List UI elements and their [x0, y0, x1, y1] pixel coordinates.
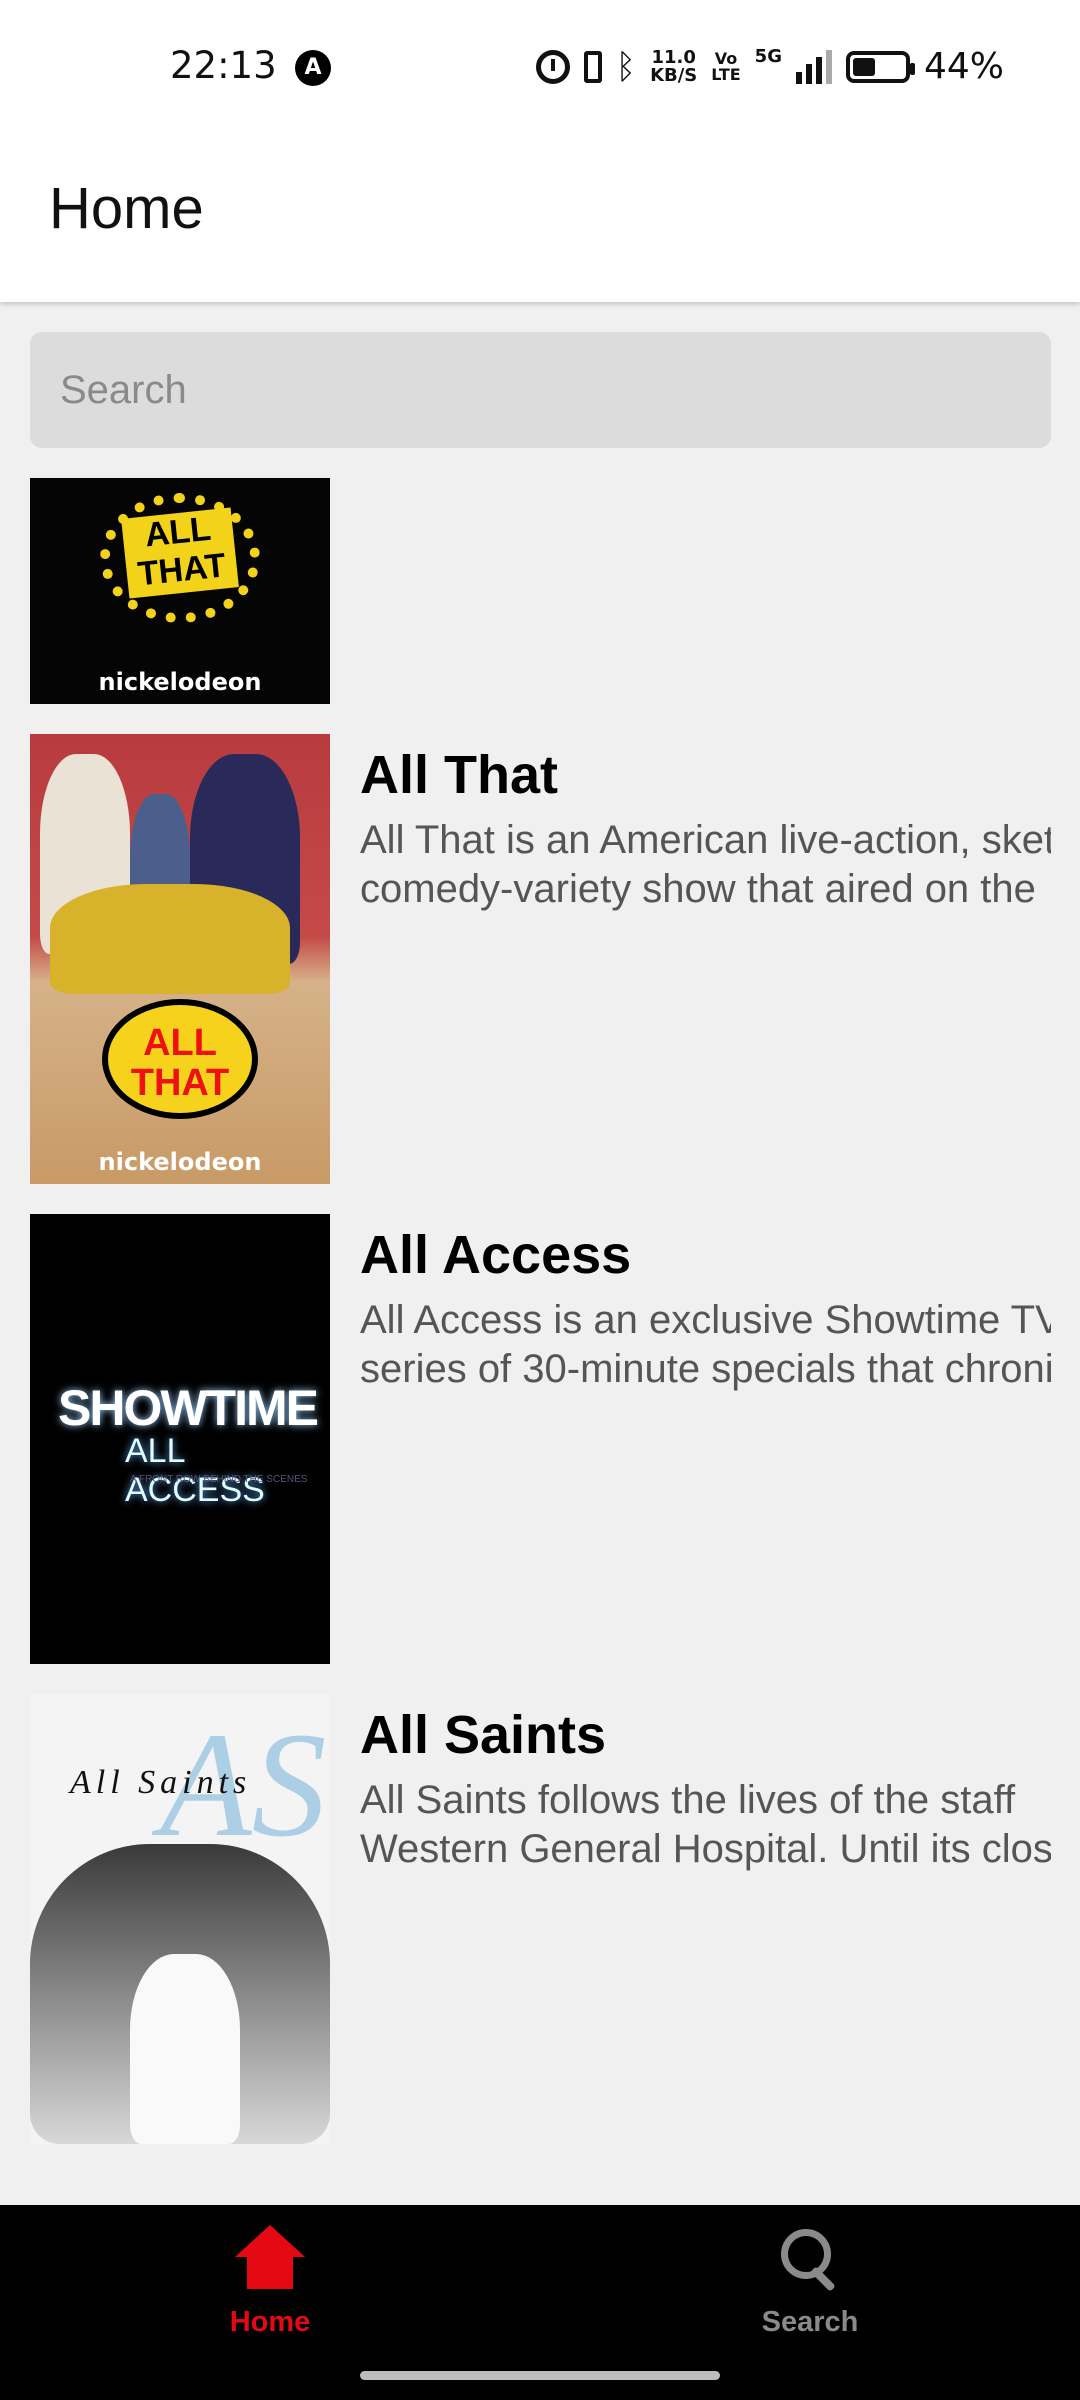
show-description-line: comedy-variety show that aired on the	[360, 867, 1036, 911]
volte-icon: Vo LTE	[711, 50, 741, 84]
home-icon	[235, 2225, 305, 2295]
nav-home-tab[interactable]: Home	[170, 2225, 370, 2339]
network-speed: 11.0 KB/S	[650, 48, 698, 86]
page-title: Home	[49, 176, 204, 241]
network-type: 5G	[754, 46, 782, 67]
show-description: All That is an American live-action, ske…	[360, 816, 1051, 914]
poster-logo: SHOWTIME	[58, 1380, 319, 1436]
show-poster: SHOWTIME ALL ACCESS A FRONT ROW BEHIND T…	[30, 1214, 330, 1664]
show-description: All Access is an exclusive Showtime TV s…	[360, 1296, 1051, 1394]
vibrate-icon	[583, 50, 602, 83]
show-description-line: Western General Hospital. Until its clos…	[360, 1827, 1051, 1871]
show-description-line: series of 30-minute specials that chroni…	[360, 1347, 1051, 1391]
list-item[interactable]: SHOWTIME ALL ACCESS A FRONT ROW BEHIND T…	[30, 1214, 1051, 1664]
poster-logo: All Saints	[70, 1764, 252, 1801]
list-item[interactable]: ALL THAT nickelodeon All That All That is…	[30, 734, 1051, 1184]
poster-network-text: nickelodeon	[98, 668, 262, 696]
show-description-line: All Saints follows the lives of the staf…	[360, 1778, 1016, 1822]
poster-logo: ALL THAT	[102, 999, 258, 1119]
poster-cast	[50, 884, 290, 994]
show-title: All Saints	[360, 1705, 607, 1765]
volte-bottom: LTE	[711, 64, 741, 84]
show-poster: AS All Saints	[30, 1694, 330, 2144]
bluetooth-icon: ᛒ	[615, 46, 637, 87]
show-description: All Saints follows the lives of the staf…	[360, 1776, 1051, 1874]
status-bar: 22:13 A ᛒ 11.0 KB/S Vo LTE 5G 44%	[0, 0, 1080, 135]
show-title: All That	[360, 745, 558, 805]
signal-icon	[795, 49, 832, 84]
show-description-line: All Access is an exclusive Showtime TV	[360, 1298, 1051, 1342]
app-bar: Home	[0, 135, 1080, 302]
nav-search-label: Search	[761, 2306, 859, 2338]
status-time: 22:13	[170, 44, 277, 87]
home-indicator[interactable]	[360, 2371, 720, 2380]
nav-search-tab[interactable]: Search	[710, 2225, 910, 2339]
show-poster: ALL THAT nickelodeon	[30, 734, 330, 1184]
poster-logo: ALL THAT	[121, 507, 239, 599]
search-icon	[775, 2225, 845, 2295]
show-description-line: All That is an American live-action, ske…	[360, 818, 1051, 862]
nav-home-label: Home	[229, 2306, 311, 2338]
poster-tagline: A FRONT ROW BEHIND THE SCENES	[130, 1474, 308, 1485]
poster-subtitle: ALL ACCESS	[125, 1432, 265, 1509]
list-item[interactable]: AS All Saints All Saints All Saints foll…	[30, 1694, 1051, 2144]
list-item[interactable]: ALL THAT nickelodeon	[30, 478, 1051, 704]
network-speed-unit: KB/S	[650, 64, 698, 86]
battery-percent: 44%	[923, 46, 1004, 87]
search-input[interactable]	[30, 332, 1051, 448]
show-poster: ALL THAT nickelodeon	[30, 478, 330, 704]
status-icons: ᛒ 11.0 KB/S Vo LTE 5G 44%	[535, 46, 1004, 87]
show-title: All Access	[360, 1225, 632, 1285]
app-notification-icon: A	[295, 50, 331, 86]
poster-network-text: nickelodeon	[98, 1148, 262, 1176]
battery-icon	[845, 50, 915, 83]
alarm-icon	[535, 49, 570, 84]
poster-cast	[130, 1954, 240, 2144]
